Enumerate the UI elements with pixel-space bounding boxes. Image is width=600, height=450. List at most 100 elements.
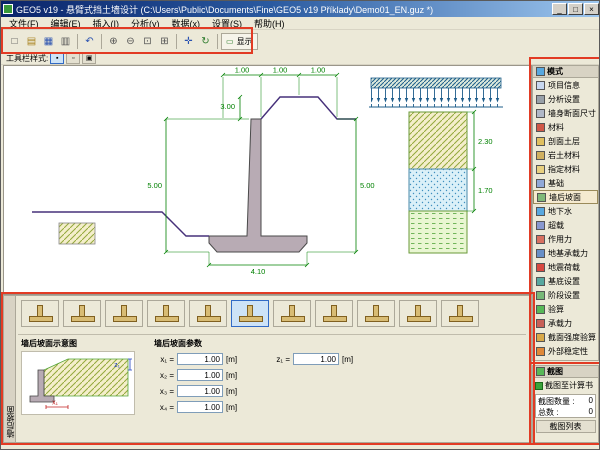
menu-settings[interactable]: 设置(S): [206, 17, 248, 30]
sidebar-item-bearing-capacity[interactable]: 地基承载力: [533, 246, 598, 260]
menu-edit[interactable]: 编辑(E): [45, 17, 87, 30]
frame-tab[interactable]: 墙后坡面: [4, 296, 16, 442]
sidebar-item-foundation[interactable]: 基础: [533, 176, 598, 190]
save-file-button[interactable]: ▦: [40, 33, 57, 50]
menu-file[interactable]: 文件(F): [3, 17, 45, 30]
picture-list-button[interactable]: 截图列表: [536, 420, 596, 433]
terrain-params-title: 墙后坡面参数: [154, 338, 358, 349]
sidebar-item-terrain[interactable]: 墙后坡面: [533, 190, 598, 204]
terrain-shape-thumbnail-6[interactable]: [231, 300, 269, 327]
z1-unit: [m]: [342, 355, 358, 364]
terrain-shape-thumbnail-1[interactable]: [21, 300, 59, 327]
terrain-shape-thumbnail-3[interactable]: [105, 300, 143, 327]
x3-unit: [m]: [226, 387, 242, 396]
x3-input[interactable]: [177, 385, 223, 397]
zoom-in-button[interactable]: ⊕: [105, 33, 122, 50]
terrain-shape-thumbnail-2[interactable]: [63, 300, 101, 327]
menu-help[interactable]: 帮助(H): [248, 17, 291, 30]
x4-label: x₄ =: [154, 403, 174, 412]
terrain-shape-thumbnail-11[interactable]: [441, 300, 479, 327]
close-button[interactable]: ×: [584, 3, 599, 15]
pictures-total-value: 0: [589, 407, 593, 418]
sidebar-item-soil-profile[interactable]: 剖面土层: [533, 134, 598, 148]
terrain-diagram-title: 墙后坡面示意图: [21, 338, 143, 349]
sidebar-item-surcharge[interactable]: 超载: [533, 218, 598, 232]
zoom-window-icon: ⊞: [160, 36, 168, 47]
drawing-canvas[interactable]: 1.00 1.00 1.00 3.00 5.00 5.00 2.30 1.70 …: [3, 65, 532, 295]
x1-input[interactable]: [177, 353, 223, 365]
soils-icon: [536, 151, 545, 160]
sidebar-item-soils[interactable]: 岩土材料: [533, 148, 598, 162]
soil-profile-icon: [536, 137, 545, 146]
window-title: GEO5 v19 - 悬臂式挡土墙设计 (C:\Users\Public\Doc…: [16, 3, 551, 16]
terrain-shape-thumbnail-4[interactable]: [147, 300, 185, 327]
sidebar-item-dimensioning[interactable]: 截面强度验算: [533, 330, 598, 344]
sidebar-item-analysis-settings[interactable]: 分析设置: [533, 92, 598, 106]
sidebar-item-stage-settings[interactable]: 阶段设置: [533, 288, 598, 302]
new-file-button[interactable]: □: [6, 33, 23, 50]
maximize-button[interactable]: □: [568, 3, 583, 15]
toolbar-style-3-button[interactable]: ▣: [82, 53, 96, 64]
pan-button[interactable]: ✛: [180, 33, 197, 50]
x2-input[interactable]: [177, 369, 223, 381]
dim-layer1: 2.30: [478, 137, 493, 146]
display-button[interactable]: ▭ 显示: [221, 33, 258, 50]
titlebar: GEO5 v19 - 悬臂式挡土墙设计 (C:\Users\Public\Doc…: [1, 1, 600, 17]
sidebar-item-water[interactable]: 地下水: [533, 204, 598, 218]
toolbar-style-bar: 工具栏样式: ▪ ▫ ▣: [1, 52, 600, 65]
main-toolbar: □ ▤ ▦ ▥ ↶ ⊕ ⊖ ⊡ ⊞ ✛ ↻ ▭ 显示: [1, 30, 600, 52]
surcharge-icon: [536, 221, 545, 230]
soil-profile-column: [409, 112, 467, 253]
sidebar-item-project-info[interactable]: 项目信息: [533, 78, 598, 92]
x2-unit: [m]: [226, 371, 242, 380]
sidebar-item-base-settings[interactable]: 基底设置: [533, 274, 598, 288]
sidebar-item-applied-forces[interactable]: 作用力: [533, 232, 598, 246]
applied-forces-icon: [536, 235, 545, 244]
terrain-shape-thumbnail-8[interactable]: [315, 300, 353, 327]
minimize-button[interactable]: _: [552, 3, 567, 15]
menu-analysis[interactable]: 分析(y): [125, 17, 166, 30]
dim-wall-left: 5.00: [147, 181, 162, 190]
zoom-out-button[interactable]: ⊖: [122, 33, 139, 50]
toolbar-style-1-button[interactable]: ▪: [50, 53, 64, 64]
dimensioning-icon: [536, 333, 545, 342]
add-picture-button[interactable]: 截图至计算书: [533, 378, 598, 393]
toolbar-style-2-button[interactable]: ▫: [66, 53, 80, 64]
open-file-button[interactable]: ▤: [23, 33, 40, 50]
soil-legend-box: [59, 223, 95, 244]
earthquake-icon: [536, 263, 545, 272]
x4-input[interactable]: [177, 401, 223, 413]
sidebar-item-earthquake[interactable]: 地震荷载: [533, 260, 598, 274]
save-file-icon: ▦: [44, 36, 53, 47]
terrain-shape-thumbnail-7[interactable]: [273, 300, 311, 327]
terrain-shape-selector: [21, 300, 479, 327]
menu-data[interactable]: 数据(x): [166, 17, 207, 30]
zoom-in-icon: ⊕: [109, 36, 117, 47]
sidebar-item-material[interactable]: 材料: [533, 120, 598, 134]
frame-tab-label: 墙后坡面: [5, 406, 16, 438]
dim-top-1: 1.00: [235, 66, 250, 75]
zoom-window-button[interactable]: ⊞: [156, 33, 173, 50]
terrain-shape-thumbnail-10[interactable]: [399, 300, 437, 327]
terrain-shape-thumbnail-9[interactable]: [357, 300, 395, 327]
sidebar-item-verification[interactable]: 验算: [533, 302, 598, 316]
sidebar-item-bearing-verification[interactable]: 承载力: [533, 316, 598, 330]
verification-icon: [536, 305, 545, 314]
display-label: 显示: [237, 36, 253, 47]
sidebar-item-wall-geometry[interactable]: 墙身断面尺寸: [533, 106, 598, 120]
x1-unit: [m]: [226, 355, 242, 364]
terrain-shape-thumbnail-5[interactable]: [189, 300, 227, 327]
sidebar-item-external-stability[interactable]: 外部稳定性: [533, 344, 598, 358]
wall-shape-icon: [321, 305, 349, 323]
dim-top-3: 1.00: [311, 66, 326, 75]
sidebar-item-assign-material[interactable]: 指定材料: [533, 162, 598, 176]
mode-sidebar: 模式 项目信息 分析设置 墙身断面尺寸 材料 剖面土层 岩土材料 指定材料 基础…: [532, 65, 599, 361]
terrain-lines: [32, 97, 356, 236]
print-button[interactable]: ▥: [57, 33, 74, 50]
pictures-count-value: 0: [589, 396, 593, 407]
z1-input[interactable]: [293, 353, 339, 365]
undo-button[interactable]: ↶: [81, 33, 98, 50]
refresh-button[interactable]: ↻: [197, 33, 214, 50]
menu-insert[interactable]: 插入(I): [87, 17, 126, 30]
zoom-fit-button[interactable]: ⊡: [139, 33, 156, 50]
